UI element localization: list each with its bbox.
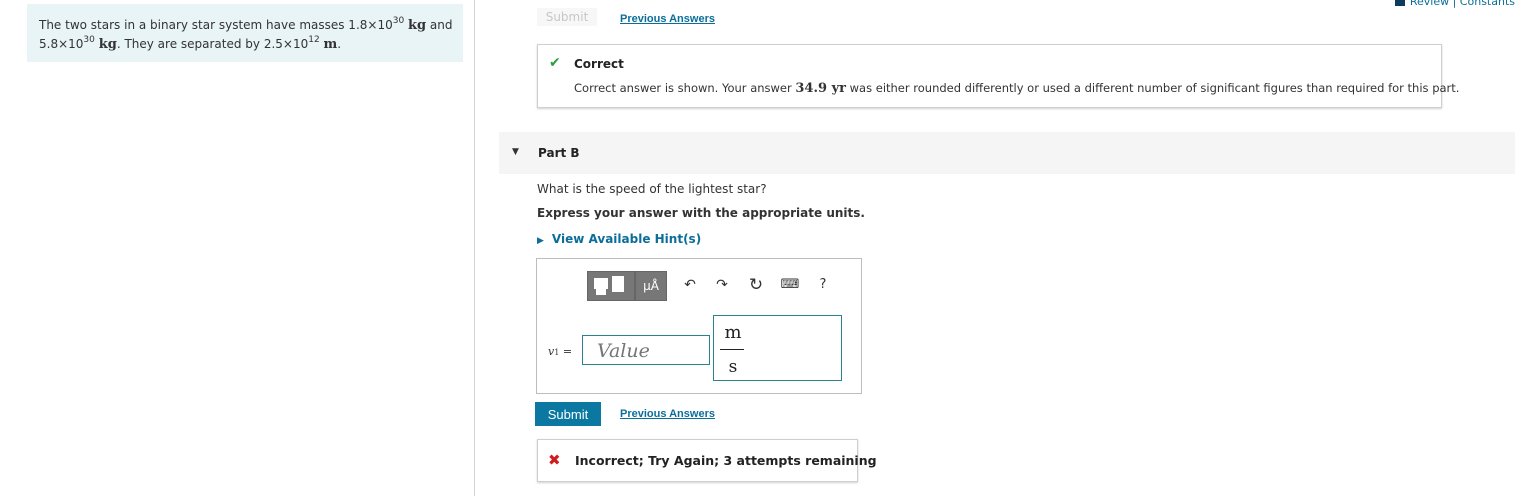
problem-intro: The two stars in a binary star system ha… [39,18,393,32]
book-icon [1394,0,1405,6]
expand-triangle-icon: ▶ [537,236,544,246]
hints-label[interactable]: View Available Hint(s) [552,232,701,246]
feedback-answer-value: 34.9 yr [795,81,846,96]
mass2-exponent: 30 [83,35,95,45]
units-field[interactable]: m s [713,315,842,381]
separation-text: . They are separated by 2.5×10 [116,37,309,51]
mass2: 5.8×10 [39,37,84,51]
unit-denominator: s [728,357,738,377]
part-a-submit-button[interactable]: Submit [537,8,597,26]
value-input[interactable] [582,335,710,365]
part-a-previous-answers-link[interactable]: Previous Answers [620,13,715,25]
incorrect-x-icon: ✖ [548,451,561,469]
period: . [337,37,342,51]
unit-kg: kg [98,37,117,52]
collapse-triangle-icon[interactable]: ▼ [512,147,519,157]
unit-kg: kg [408,18,427,33]
mass1-exponent: 30 [392,16,405,26]
part-b-previous-answers-link[interactable]: Previous Answers [620,408,715,420]
view-hints-link[interactable]: ▶ View Available Hint(s) [537,232,701,246]
separation-exponent: 12 [308,35,320,45]
templates-icon[interactable] [587,271,635,301]
unit-numerator: m [724,322,742,343]
variable-subscript: 1 [554,348,560,357]
feedback-post: was either rounded differently or used a… [845,81,1460,95]
unit-m: m [323,37,338,52]
part-a-feedback-box: ✔ Correct Correct answer is shown. Your … [537,44,1459,108]
redo-icon[interactable]: ↷ [711,271,733,299]
feedback-message: Correct answer is shown. Your answer 34.… [574,81,1459,96]
feedback-title: Correct [574,57,624,71]
variable-label: v1 = [548,345,572,358]
undo-icon[interactable]: ↶ [679,271,701,299]
units-icon[interactable]: μÅ [635,271,667,301]
keyboard-icon[interactable]: ⌨ [779,271,801,299]
equals-sign: = [562,345,573,358]
feedback-pre: Correct answer is shown. Your answer [574,81,796,95]
fraction-bar [720,349,744,350]
math-toolbar: μÅ ↶ ↷ ↻ ⌨ ? [587,271,833,301]
panel-divider [474,0,475,496]
question-text: What is the speed of the lightest star? [537,182,767,196]
and-text: and [426,18,453,32]
help-icon[interactable]: ? [813,271,833,299]
part-b-feedback-box: ✖ Incorrect; Try Again; 3 attempts remai… [537,439,877,482]
part-b-header[interactable]: ▼ Part B [499,132,1515,174]
problem-text: The two stars in a binary star system ha… [39,16,459,54]
part-b-submit-button[interactable]: Submit [535,402,601,426]
reset-icon[interactable]: ↻ [745,271,767,299]
checkmark-icon: ✔ [549,55,561,71]
instruction-text: Express your answer with the appropriate… [537,206,865,220]
review-label[interactable]: Review | Constants [1410,0,1515,8]
review-constants-link[interactable]: Review | Constants [1394,0,1515,8]
answer-input-box: μÅ ↶ ↷ ↻ ⌨ ? v1 = m s [536,258,862,394]
incorrect-message: Incorrect; Try Again; 3 attempts remaini… [575,453,877,468]
problem-statement-panel: The two stars in a binary star system ha… [27,4,463,62]
part-b-title: Part B [538,146,580,160]
